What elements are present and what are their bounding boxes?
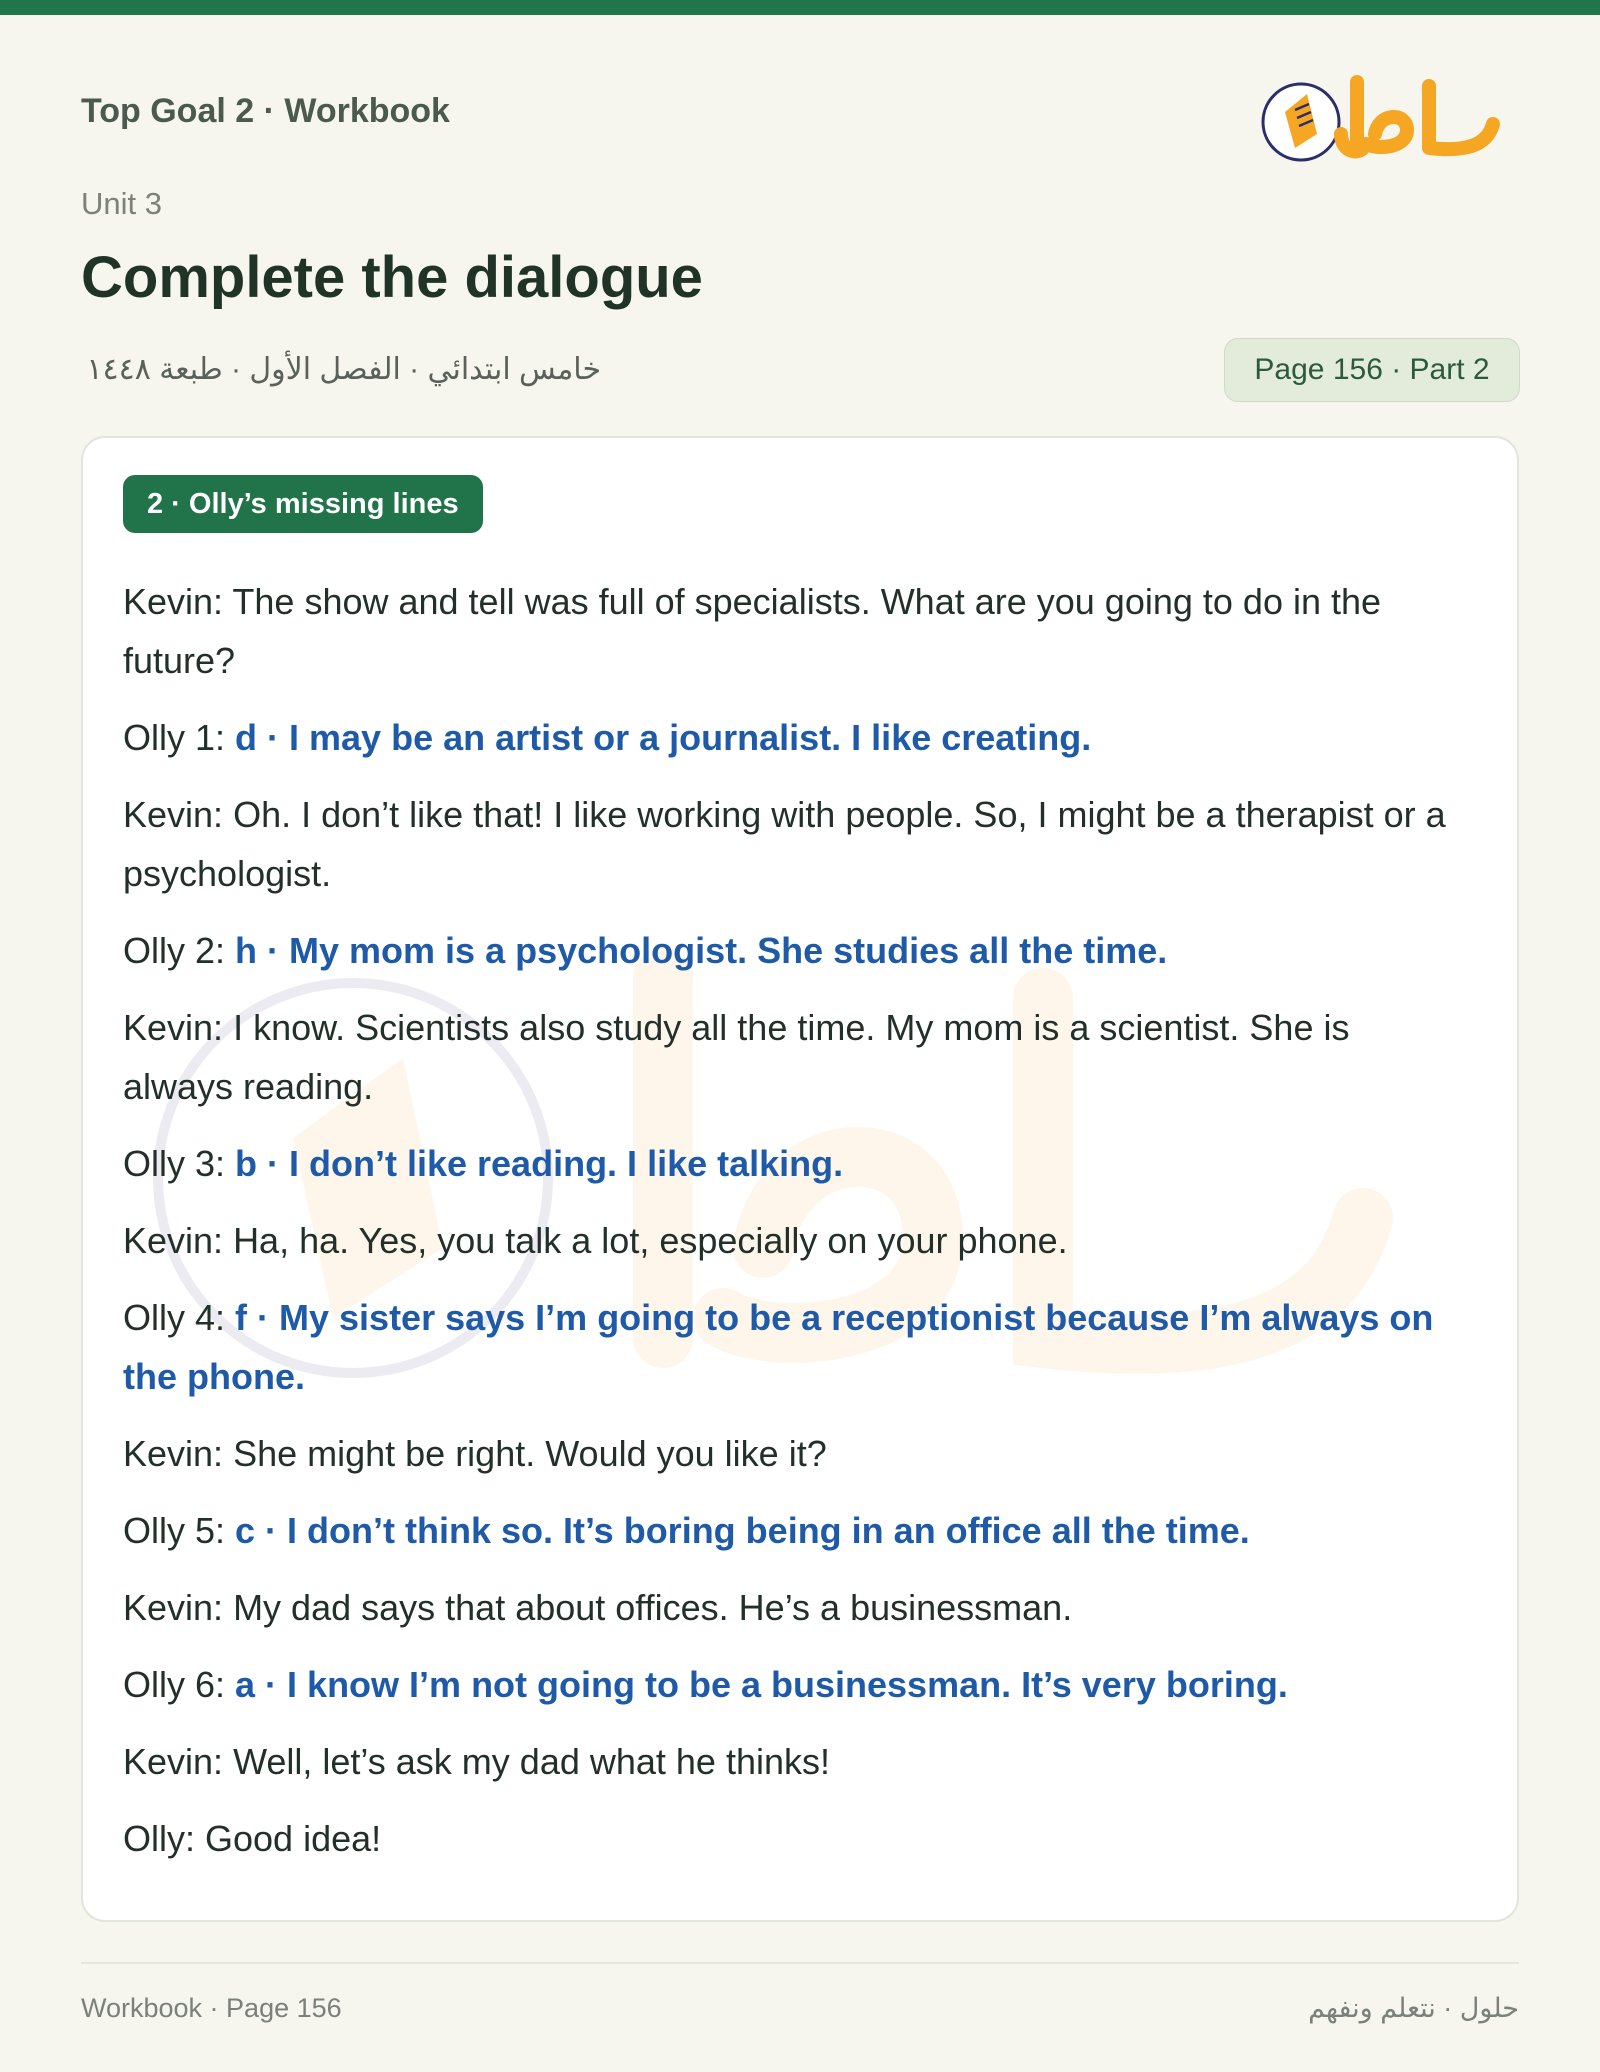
answer-text: b · I don’t like reading. I like talking… [235,1143,844,1184]
page-title: Complete the dialogue [81,245,703,310]
grade-subtitle: خامس ابتدائي · الفصل الأول · طبعة ١٤٤٨ [86,353,601,386]
answer-text: c · I don’t think so. It’s boring being … [235,1510,1250,1551]
dialogue-line: Kevin: Ha, ha. Yes, you talk a lot, espe… [123,1211,1463,1270]
footer-page-label: Workbook · Page 156 [81,1993,342,2023]
line-text: The show and tell was full of specialist… [123,581,1382,681]
page-badge: Page 156 · Part 2 [1224,338,1520,402]
book-title: Top Goal 2 · Workbook [81,92,450,130]
line-text: I know. Scientists also study all the ti… [123,1007,1350,1107]
speaker-label: Olly 6: [123,1664,236,1705]
speaker-label: Kevin: [123,1007,234,1048]
speaker-label: Olly 1: [123,717,236,758]
dialogue-list: Kevin: The show and tell was full of spe… [123,572,1463,1886]
speaker-label: Olly 5: [123,1510,236,1551]
section-badge: 2 · Olly’s missing lines [123,475,483,533]
line-text: Oh. I don’t like that! I like working wi… [123,794,1446,894]
footer-divider [81,1962,1519,1964]
line-text: Well, let’s ask my dad what he thinks! [233,1741,830,1782]
dialogue-line: Kevin: Well, let’s ask my dad what he th… [123,1732,1463,1791]
answer-text: h · My mom is a psychologist. She studie… [235,930,1168,971]
dialogue-line: Kevin: She might be right. Would you lik… [123,1424,1463,1483]
speaker-label: Kevin: [123,794,234,835]
hulul-logo [1255,64,1505,174]
line-text: Ha, ha. Yes, you talk a lot, especially … [233,1220,1068,1261]
dialogue-line: Olly 2: h · My mom is a psychologist. Sh… [123,921,1463,980]
top-accent-bar [0,0,1600,15]
dialogue-line: Olly 5: c · I don’t think so. It’s borin… [123,1501,1463,1560]
dialogue-line: Olly 3: b · I don’t like reading. I like… [123,1134,1463,1193]
speaker-label: Kevin: [123,1220,234,1261]
answer-text: f · My sister says I’m going to be a rec… [123,1297,1434,1397]
line-text: My dad says that about offices. He’s a b… [233,1587,1073,1628]
speaker-label: Kevin: [123,1433,234,1474]
dialogue-line: Olly 6: a · I know I’m not going to be a… [123,1655,1463,1714]
speaker-label: Olly: [123,1818,206,1859]
dialogue-line: Kevin: My dad says that about offices. H… [123,1578,1463,1637]
unit-label: Unit 3 [81,186,162,221]
dialogue-line: Kevin: I know. Scientists also study all… [123,998,1463,1116]
dialogue-line: Kevin: Oh. I don’t like that! I like wor… [123,785,1463,903]
answer-text: a · I know I’m not going to be a busines… [235,1664,1288,1705]
dialogue-line: Olly 4: f · My sister says I’m going to … [123,1288,1463,1406]
speaker-label: Kevin: [123,1741,234,1782]
dialogue-line: Olly 1: d · I may be an artist or a jour… [123,708,1463,767]
line-text: Good idea! [205,1818,382,1859]
speaker-label: Kevin: [123,581,233,622]
speaker-label: Olly 3: [123,1143,236,1184]
dialogue-line: Kevin: The show and tell was full of spe… [123,572,1463,690]
dialogue-line: Olly: Good idea! [123,1809,1463,1868]
answer-text: d · I may be an artist or a journalist. … [235,717,1092,758]
speaker-label: Kevin: [123,1587,234,1628]
speaker-label: Olly 2: [123,930,236,971]
speaker-label: Olly 4: [123,1297,236,1338]
line-text: She might be right. Would you like it? [233,1433,827,1474]
exercise-card: 2 · Olly’s missing lines Kevin: The show… [81,436,1519,1922]
footer-brand-label: حلول · نتعلم ونفهم [1308,1993,1519,2023]
